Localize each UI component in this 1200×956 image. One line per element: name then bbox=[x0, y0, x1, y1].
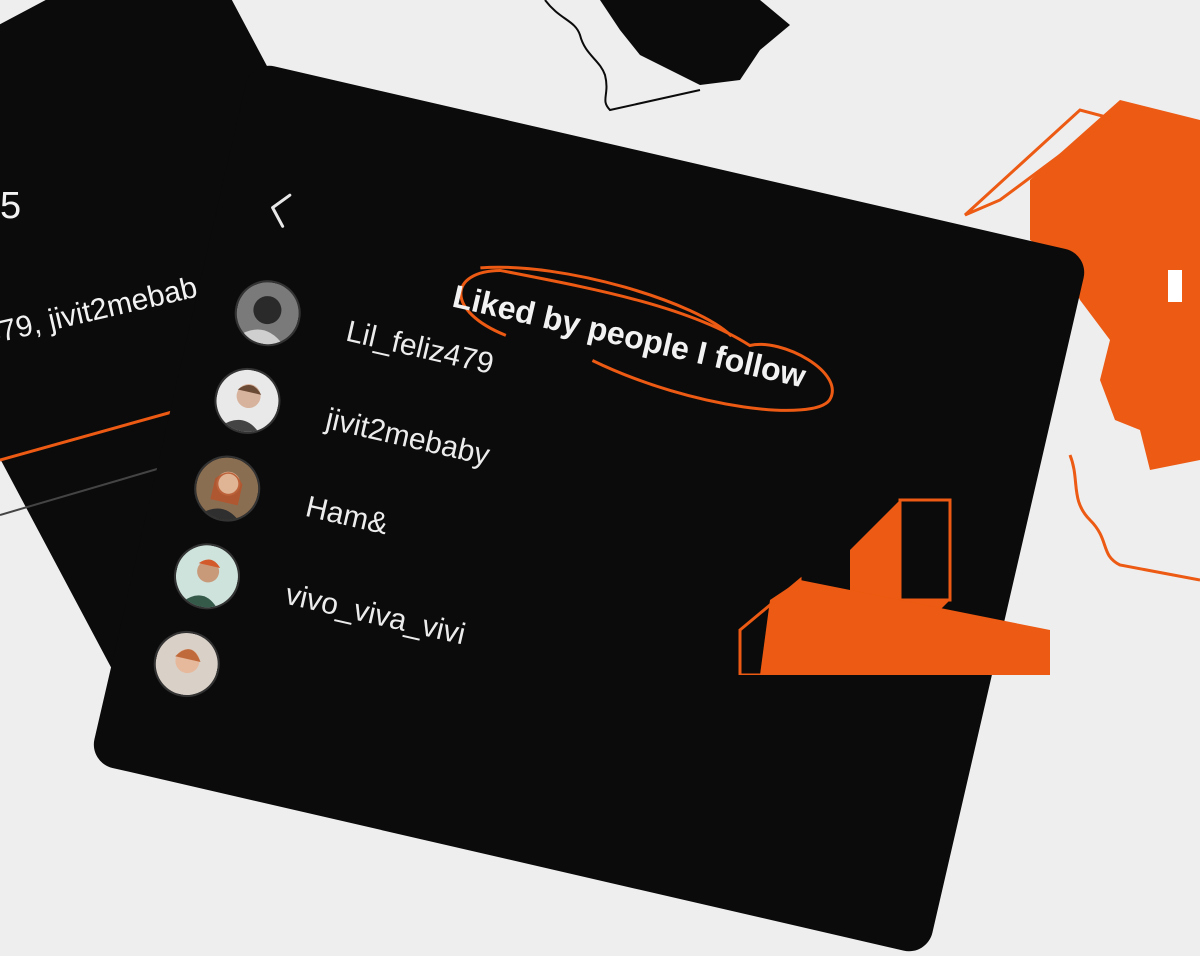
black-zigzag-shape bbox=[600, 0, 790, 85]
username[interactable]: jivit2mebaby bbox=[323, 403, 493, 474]
list-item[interactable]: Ham& bbox=[187, 449, 395, 557]
chevron-left-icon[interactable] bbox=[262, 187, 296, 232]
username[interactable]: Ham& bbox=[302, 490, 392, 542]
avatar[interactable] bbox=[207, 361, 288, 441]
avatar[interactable] bbox=[147, 624, 227, 704]
avatar[interactable] bbox=[167, 536, 247, 616]
avatar[interactable] bbox=[187, 449, 267, 529]
like-count-partial: 5 bbox=[0, 185, 22, 227]
list-item[interactable] bbox=[147, 624, 272, 713]
orange-3d-blocks bbox=[738, 498, 1050, 675]
username[interactable]: vivo_viva_vivi bbox=[282, 578, 468, 652]
white-slot bbox=[1168, 270, 1182, 302]
avatar[interactable] bbox=[228, 273, 308, 353]
